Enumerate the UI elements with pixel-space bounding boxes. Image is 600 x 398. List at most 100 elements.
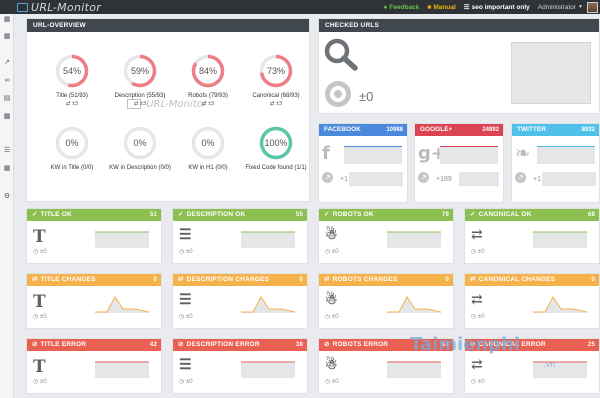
metric-card-description-ok[interactable]: ✓ DESCRIPTION OK 55 ☰ ◷ ±0 — [172, 208, 308, 264]
keyboard-icon[interactable]: ▩ — [3, 113, 11, 120]
app-logo[interactable]: URL-Monitor — [17, 0, 101, 14]
logo-text: URL-Monitor — [31, 0, 102, 14]
metric-card-robots-ok[interactable]: ✓ ROBOTS OK 79 ☃ ◷ ±0 — [318, 208, 454, 264]
metric-card-title: DESCRIPTION CHANGES — [186, 276, 270, 283]
metric-card-count: 0 — [591, 277, 595, 283]
metric-card-delta: ◷ ±0 — [33, 249, 47, 255]
social-delta: +189 — [436, 176, 452, 183]
metric-card-canonical-ok[interactable]: ✓ CANONICAL OK 68 ⇄ ◷ ±0 — [464, 208, 600, 264]
social-name: FACEBOOK — [324, 126, 361, 133]
social-delta: +1 — [340, 176, 348, 183]
metric-card-title: TITLE CHANGES — [40, 276, 96, 283]
sparkline-area — [241, 362, 295, 378]
metric-card-header: ⇄ ROBOTS CHANGES 0 — [319, 274, 453, 286]
chart-icon[interactable]: ▤ — [3, 95, 11, 102]
shuffle-icon: ⇄ — [178, 276, 184, 283]
metric-card-title-changes[interactable]: ⇄ TITLE CHANGES 0 T ◷ ±0 — [26, 273, 162, 329]
metric-card-header: ✓ DESCRIPTION OK 55 — [173, 209, 307, 221]
metric-card-canonical-changes[interactable]: ⇄ CANONICAL CHANGES 0 ⇄ ◷ ±0 — [464, 273, 600, 329]
top-bar: URL-Monitor ● Feedback ■ Manual ☰ seo im… — [0, 0, 600, 14]
metric-card-title: CANONICAL CHANGES — [478, 276, 556, 283]
metric-card-count: 51 — [149, 212, 157, 218]
dashboard-icon[interactable]: ▦ — [3, 16, 11, 23]
check-icon: ✓ — [178, 211, 184, 218]
metric-card-delta: ◷ ±0 — [179, 379, 193, 385]
site-watermark: Taimienphi — [410, 334, 520, 355]
metric-card-sparkline — [387, 231, 441, 248]
metric-card-count: 55 — [295, 212, 303, 218]
gauge-label: KW in Description (0/0) — [109, 165, 171, 171]
metric-card-title-ok[interactable]: ✓ TITLE OK 51 T ◷ ±0 — [26, 208, 162, 264]
gauge-label: KW in H1 (0/0) — [188, 165, 228, 171]
metric-card-header: ⊘ DESCRIPTION ERROR 38 — [173, 339, 307, 351]
feedback-link[interactable]: ● Feedback — [383, 4, 419, 11]
social-panel-twitter: TWITTER 8932 ❧ ↗ +1 — [511, 123, 600, 203]
social-panel-header: GOOGLE+ 24892 — [415, 124, 503, 136]
gauge-delta: ⇄ ±3 — [269, 101, 283, 107]
user-menu[interactable]: Administrator ▼ — [538, 4, 583, 11]
sparkline-area — [95, 232, 149, 248]
metric-card-description-changes[interactable]: ⇄ DESCRIPTION CHANGES 0 ☰ ◷ ±0 — [172, 273, 308, 329]
social-delta: +1 — [533, 176, 541, 183]
list-icon[interactable]: ☰ — [3, 147, 11, 154]
exchange-icon: ⇄ — [471, 227, 483, 243]
site-watermark-text: Taimienphi — [410, 334, 521, 355]
metric-card-delta: ◷ ±0 — [471, 379, 485, 385]
metric-card-delta: ◷ ±0 — [33, 314, 47, 320]
gauge-label: Description (55/93) — [114, 93, 166, 99]
gauge-ring: 0% — [191, 126, 225, 160]
metric-card-body: ☃ ◷ ±0 — [319, 351, 453, 389]
gauge-delta: ⇄ ±3 — [65, 101, 79, 107]
gauge-ring: 0% — [55, 126, 89, 160]
social-count: 10988 — [386, 127, 403, 133]
text-icon: T — [33, 292, 46, 312]
metric-card-sparkline — [387, 361, 441, 378]
metric-card-title: TITLE ERROR — [40, 341, 87, 348]
check-icon: ✓ — [32, 211, 38, 218]
avatar[interactable] — [587, 1, 598, 13]
gauge-value: 0% — [133, 138, 146, 148]
metric-card-description-error[interactable]: ⊘ DESCRIPTION ERROR 38 ☰ ◷ ±0 — [172, 338, 308, 394]
metric-card-count: 42 — [149, 342, 157, 348]
metric-card-sparkline — [95, 296, 149, 313]
check-icon: ✓ — [324, 211, 330, 218]
social-name: GOOGLE+ — [420, 126, 453, 133]
gauge-value: 0% — [201, 138, 214, 148]
metric-card-delta: ◷ ±0 — [325, 379, 339, 385]
metric-card-count: 0 — [299, 277, 303, 283]
settings-icon[interactable]: ⚙ — [3, 193, 11, 200]
metric-card-sparkline — [387, 296, 441, 313]
gauge-value: 100% — [264, 138, 287, 148]
external-link-icon[interactable]: ↗ — [3, 59, 11, 66]
ban-icon: ⊘ — [324, 341, 330, 348]
metric-card-title: DESCRIPTION OK — [186, 211, 246, 218]
gauge-label: Fixed Code found (1/1) — [245, 165, 307, 171]
gauge-delta: ⇄ ±3 — [201, 101, 215, 107]
lines-icon: ☰ — [179, 227, 192, 243]
url-overview-title: URL-OVERVIEW — [27, 19, 309, 32]
social-sparkline-2 — [459, 172, 499, 186]
calendar-icon[interactable]: ▦ — [3, 33, 11, 40]
metric-card-title-error[interactable]: ⊘ TITLE ERROR 42 T ◷ ±0 — [26, 338, 162, 394]
android-icon: ☃ — [325, 227, 338, 243]
arrow-up-right-icon: ↗ — [418, 172, 429, 183]
project-selector[interactable]: ☰ seo important only — [464, 3, 530, 12]
manual-link[interactable]: ■ Manual — [427, 4, 455, 11]
metric-card-body: ☰ ◷ ±0 — [173, 351, 307, 389]
link-icon[interactable]: ∞ — [3, 77, 11, 84]
android-icon: ☃ — [325, 292, 338, 308]
table-icon[interactable]: ▦ — [3, 165, 11, 172]
lines-icon: ☰ — [179, 292, 192, 308]
sparkline-area — [95, 362, 149, 378]
project-label: seo important only — [471, 3, 530, 11]
site-watermark-suffix-text: .vn — [543, 360, 556, 369]
metric-card-robots-changes[interactable]: ⇄ ROBOTS CHANGES 0 ☃ ◷ ±0 — [318, 273, 454, 329]
metric-card-delta: ◷ ±0 — [325, 314, 339, 320]
sparkline-area — [533, 232, 587, 248]
check-icon: ✓ — [470, 211, 476, 218]
metric-card-body: ⇄ ◷ ±0 — [465, 221, 599, 259]
social-sparkline — [344, 146, 402, 164]
checked-urls-panel: CHECKED URLS ±0 — [318, 18, 600, 114]
sparkline-area — [241, 232, 295, 248]
text-icon: T — [33, 227, 46, 247]
